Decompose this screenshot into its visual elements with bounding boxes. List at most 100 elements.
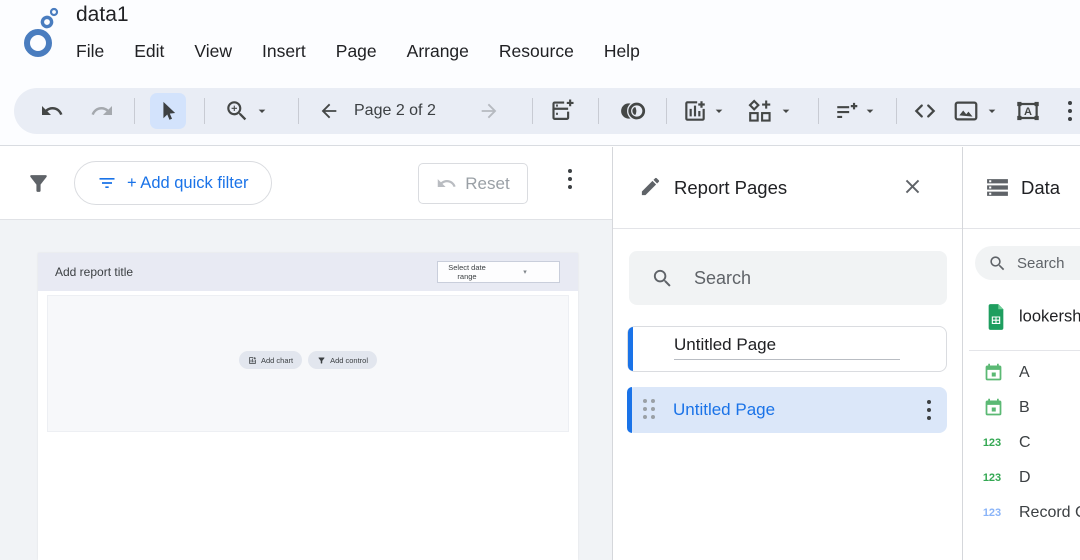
undo-icon[interactable] (40, 99, 64, 123)
toolbar-more-icon[interactable] (1068, 101, 1072, 121)
add-page-icon[interactable] (549, 98, 576, 125)
toolbar-separator (134, 98, 135, 124)
toolbar-separator (204, 98, 205, 124)
add-control-caret-icon[interactable] (778, 103, 794, 119)
page-name-input[interactable] (674, 335, 900, 360)
pencil-icon (639, 175, 662, 198)
date-range-caret-icon: ▾ (496, 268, 554, 276)
menu-edit[interactable]: Edit (134, 41, 164, 62)
menu-page[interactable]: Page (336, 41, 377, 62)
image-caret-icon[interactable] (984, 103, 1000, 119)
field-row-record-count[interactable]: 123 Record Count (963, 495, 1080, 530)
reset-undo-icon (436, 173, 457, 194)
pages-search-box[interactable] (629, 251, 947, 305)
add-chart-pill-button[interactable]: Add chart (239, 351, 302, 369)
text-box-icon[interactable]: A (1014, 97, 1042, 125)
data-source-name: lookersheets (1019, 307, 1080, 326)
drag-handle-icon[interactable] (643, 399, 656, 420)
page-active-bar (627, 387, 632, 433)
toolbar-separator (818, 98, 819, 124)
add-chart-icon[interactable] (682, 98, 708, 124)
add-quick-filter-button[interactable]: + Add quick filter (74, 161, 272, 205)
menu-view[interactable]: View (194, 41, 232, 62)
menubar: File Edit View Insert Page Arrange Resou… (76, 41, 640, 62)
report-title[interactable]: data1 (76, 3, 129, 27)
pages-search-input[interactable] (694, 268, 874, 289)
date-field-icon (983, 397, 1004, 418)
add-chart-pill-label: Add chart (261, 356, 293, 365)
zoom-icon[interactable] (224, 98, 250, 124)
page-forward-icon[interactable] (478, 100, 500, 122)
select-cursor-icon[interactable] (150, 93, 186, 129)
page-item-selected[interactable]: Untitled Page (627, 387, 947, 433)
toolbar-separator (598, 98, 599, 124)
field-name: B (1019, 399, 1030, 417)
number-field-icon: 123 (977, 437, 1007, 449)
reset-label: Reset (465, 174, 509, 194)
menu-arrange[interactable]: Arrange (407, 41, 469, 62)
report-pages-header: Report Pages (613, 147, 962, 229)
data-icon (985, 175, 1010, 200)
page-back-icon[interactable] (318, 100, 340, 122)
filter-bar: + Add quick filter Reset (0, 147, 612, 220)
date-range-label: Select date range (438, 263, 496, 281)
zoom-dropdown-caret-icon[interactable] (254, 103, 270, 119)
menu-insert[interactable]: Insert (262, 41, 306, 62)
report-workspace: Add report title Select date range ▾ Add… (0, 220, 612, 560)
toolbar-separator (666, 98, 667, 124)
page-more-icon[interactable] (927, 400, 931, 420)
sheets-source-icon (985, 303, 1007, 331)
add-filter-icon[interactable] (834, 98, 860, 124)
report-pages-panel: Report Pages Untitled Page (612, 147, 962, 560)
image-icon[interactable] (952, 97, 980, 125)
embed-code-icon[interactable] (910, 98, 940, 124)
svg-text:A: A (1024, 106, 1032, 118)
field-name: A (1019, 364, 1030, 382)
filter-funnel-icon[interactable] (26, 170, 51, 197)
filter-bar-more-icon[interactable] (568, 169, 572, 189)
data-source-row[interactable]: lookersheets (963, 299, 1080, 334)
looker-studio-logo-icon[interactable] (20, 6, 62, 60)
data-search-box[interactable] (975, 246, 1080, 280)
report-header-band: Add report title Select date range ▾ (38, 253, 578, 291)
field-name: Record Count (1019, 504, 1080, 522)
quick-filter-lines-icon (97, 173, 117, 193)
toolbar-separator (896, 98, 897, 124)
add-quick-filter-label: + Add quick filter (127, 174, 249, 193)
redo-icon[interactable] (90, 99, 114, 123)
field-row-b[interactable]: B (963, 390, 1080, 425)
add-control-icon[interactable] (746, 97, 774, 125)
report-pages-title: Report Pages (674, 177, 787, 199)
top-header: data1 File Edit View Insert Page Arrange… (0, 0, 1080, 146)
close-panel-icon[interactable] (901, 175, 924, 198)
date-range-control[interactable]: Select date range ▾ (437, 261, 560, 283)
data-panel-header: Data (963, 147, 1080, 229)
looker-studio-app: data1 File Edit View Insert Page Arrange… (0, 0, 1080, 560)
field-row-d[interactable]: 123 D (963, 460, 1080, 495)
add-control-pill-button[interactable]: Add control (308, 351, 377, 369)
report-page-canvas[interactable]: Add report title Select date range ▾ Add… (38, 253, 578, 560)
add-filter-caret-icon[interactable] (862, 103, 878, 119)
search-icon (988, 254, 1007, 273)
add-chart-caret-icon[interactable] (711, 103, 727, 119)
add-control-pill-label: Add control (330, 356, 368, 365)
empty-chart-placeholder: Add chart Add control (47, 295, 569, 432)
blend-data-icon[interactable] (616, 98, 650, 124)
field-name: C (1019, 434, 1031, 452)
canvas-column: + Add quick filter Reset Add report titl… (0, 147, 612, 560)
field-row-a[interactable]: A (963, 355, 1080, 390)
page-item-renaming[interactable] (627, 326, 947, 372)
report-title-placeholder[interactable]: Add report title (55, 265, 133, 279)
menu-resource[interactable]: Resource (499, 41, 574, 62)
field-name: D (1019, 469, 1031, 487)
date-field-icon (983, 362, 1004, 383)
menu-file[interactable]: File (76, 41, 104, 62)
mini-control-icon (317, 356, 326, 365)
page-indicator: Page 2 of 2 (354, 102, 436, 120)
toolbar-separator (298, 98, 299, 124)
data-search-input[interactable] (1017, 255, 1080, 272)
menu-help[interactable]: Help (604, 41, 640, 62)
metric-field-icon: 123 (977, 507, 1007, 519)
reset-button[interactable]: Reset (418, 163, 528, 204)
field-row-c[interactable]: 123 C (963, 425, 1080, 460)
